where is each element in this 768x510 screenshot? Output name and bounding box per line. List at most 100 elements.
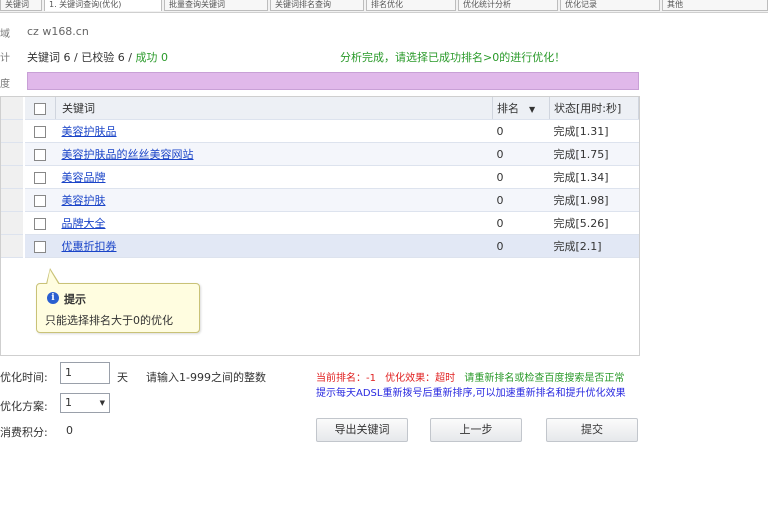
row-select-cell <box>25 165 56 189</box>
plan-select-value: 1 <box>65 396 72 409</box>
domain-value: cz w168.cn <box>27 25 89 38</box>
checked-label: 已校验 <box>81 51 115 64</box>
tab-rank-query[interactable]: 关键词排名查询 <box>270 0 364 11</box>
checked-count: 6 <box>117 51 125 64</box>
tooltip-title: 提示 <box>64 293 86 306</box>
separator: / <box>74 51 78 64</box>
table-row[interactable]: 品牌大全 0 完成[5.26] <box>25 211 639 235</box>
plan-label: 优化方案: <box>0 400 48 413</box>
time-input[interactable]: 1 <box>60 362 110 384</box>
row-select-cell <box>25 119 56 143</box>
previous-step-button[interactable]: 上一步 <box>430 418 522 442</box>
status-message: 分析完成，请选择已成功排名>0的进行优化！ <box>340 51 566 64</box>
tab-strip: 关键词 1. 关键词查询(优化) 批量查询关键词 关键词排名查询 排名优化 优化… <box>0 0 768 13</box>
counts-line: 关键词 6 / 已校验 6 / 成功 0 <box>27 49 168 65</box>
tab-rank-optimize[interactable]: 排名优化 <box>366 0 456 11</box>
rank-cell: 0 <box>492 119 550 143</box>
keyword-link[interactable]: 美容护肤品的丝丝美容网站 <box>62 148 194 161</box>
keyword-cell: 美容品牌 <box>55 165 493 189</box>
keyword-cell: 优惠折扣券 <box>55 234 493 258</box>
row-checkbox[interactable] <box>34 171 47 184</box>
row-select-cell <box>25 234 56 258</box>
time-label: 优化时间: <box>0 371 48 384</box>
keyword-link[interactable]: 美容护肤 <box>62 194 106 207</box>
table-row[interactable]: 美容品牌 0 完成[1.34] <box>25 165 639 189</box>
time-unit: 天 <box>117 371 128 384</box>
grid-row-header <box>1 189 23 212</box>
keyword-cell: 美容护肤品的丝丝美容网站 <box>55 142 493 166</box>
grid-row-header <box>1 212 23 235</box>
status-cell: 完成[1.31] <box>549 119 639 143</box>
tab-batch-query[interactable]: 批量查询关键词 <box>164 0 268 11</box>
export-keywords-button[interactable]: 导出关键词 <box>316 418 408 442</box>
rank-cell: 0 <box>492 211 550 235</box>
grid-row-header <box>1 235 23 258</box>
notice-line-1: 当前排名：-1 优化效果：超时 请重新排名或检查百度搜索是否正常 <box>316 369 624 384</box>
table-row[interactable]: 美容护肤品 0 完成[1.31] <box>25 119 639 143</box>
grid-row-header <box>1 166 23 189</box>
tab-keyword-query[interactable]: 1. 关键词查询(优化) <box>44 0 162 11</box>
keyword-cell: 品牌大全 <box>55 211 493 235</box>
row-checkbox[interactable] <box>34 217 47 230</box>
tab-stats[interactable]: 优化统计分析 <box>458 0 558 11</box>
column-header-rank[interactable]: 排名 ▼ <box>492 97 550 120</box>
status-cell: 完成[1.34] <box>549 165 639 189</box>
row-checkbox[interactable] <box>34 240 47 253</box>
rank-cell: 0 <box>492 188 550 212</box>
plan-select[interactable]: 1 ▼ <box>60 393 110 413</box>
chevron-down-icon: ▼ <box>99 399 105 407</box>
rank-cell: 0 <box>492 165 550 189</box>
status-cell: 完成[1.98] <box>549 188 639 212</box>
status-cell: 完成[5.26] <box>549 211 639 235</box>
retry-tip: 请重新排名或检查百度搜索是否正常 <box>464 373 625 384</box>
rank-cell: 0 <box>492 234 550 258</box>
grid-row-header <box>1 143 23 166</box>
sort-down-icon: ▼ <box>529 105 536 114</box>
keyword-cell: 美容护肤 <box>55 188 493 212</box>
counts-label: 计 <box>0 53 10 64</box>
state-notice-value: 超时 <box>435 373 456 384</box>
row-checkbox[interactable] <box>34 194 47 207</box>
info-icon: i <box>47 292 59 304</box>
column-header-keyword[interactable]: 关键词 <box>55 97 493 120</box>
keyword-link[interactable]: 优惠折扣券 <box>62 240 117 253</box>
status-cell: 完成[1.75] <box>549 142 639 166</box>
select-all-checkbox[interactable] <box>34 102 46 115</box>
tab-other[interactable]: 其他 <box>662 0 768 11</box>
time-hint: 请输入1-999之间的整数 <box>146 371 266 384</box>
notice-line-2: 提示每天ADSL重新拨号后重新排序,可以加速重新排名和提升优化效果 <box>316 388 626 399</box>
keyword-cell: 美容护肤品 <box>55 119 493 143</box>
table-row[interactable]: 美容护肤品的丝丝美容网站 0 完成[1.75] <box>25 142 639 166</box>
row-select-cell <box>25 188 56 212</box>
domain-label: 域 <box>0 29 10 40</box>
row-checkbox[interactable] <box>34 148 47 161</box>
table-row[interactable]: 优惠折扣券 0 完成[2.1] <box>25 234 639 258</box>
separator: / <box>128 51 132 64</box>
keyword-table: 关键词 排名 ▼ 状态[用时:秒] 美容护肤品 0 完成[1.31] 美容护肤品的… <box>25 97 639 258</box>
points-value: 0 <box>66 424 73 437</box>
keyword-link[interactable]: 美容护肤品 <box>62 125 117 138</box>
state-notice-label: 优化效果： <box>385 373 436 384</box>
rank-notice-value: -1 <box>366 373 376 384</box>
row-select-cell <box>25 211 56 235</box>
tab-records[interactable]: 优化记录 <box>560 0 660 11</box>
grid-row-header <box>1 120 23 143</box>
submit-button[interactable]: 提交 <box>546 418 638 442</box>
points-label: 消费积分: <box>0 426 48 439</box>
success-count: 0 <box>160 51 168 64</box>
column-header-status[interactable]: 状态[用时:秒] <box>549 97 639 120</box>
rank-notice-label: 当前排名： <box>316 373 366 384</box>
row-checkbox[interactable] <box>34 125 47 138</box>
keywords-count: 6 <box>63 51 71 64</box>
keyword-link[interactable]: 品牌大全 <box>62 217 106 230</box>
success-label: 成功 <box>135 51 158 64</box>
progress-bar <box>27 72 639 90</box>
select-all-cell <box>25 97 56 120</box>
table-row[interactable]: 美容护肤 0 完成[1.98] <box>25 188 639 212</box>
table-header-row: 关键词 排名 ▼ 状态[用时:秒] <box>25 97 639 120</box>
rank-header-label: 排名 <box>497 102 519 115</box>
status-cell: 完成[2.1] <box>549 234 639 258</box>
keyword-link[interactable]: 美容品牌 <box>62 171 106 184</box>
tooltip-body: 只能选择排名大于0的优化 <box>45 314 173 327</box>
tab-keyword[interactable]: 关键词 <box>0 0 42 11</box>
